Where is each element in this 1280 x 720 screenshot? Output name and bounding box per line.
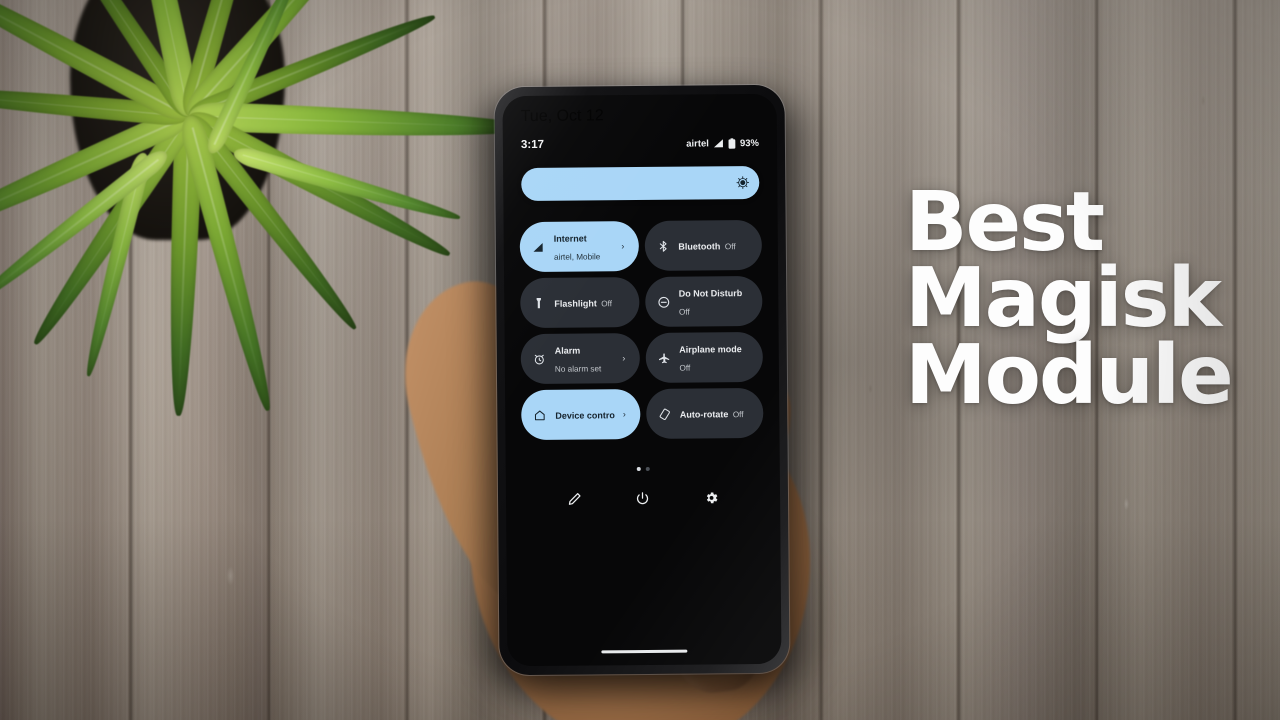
tile-title: Airplane mode [679,344,742,355]
battery-percent: 93% [739,137,759,149]
chevron-right-icon[interactable]: › [623,409,631,419]
phone-device: Tue, Oct 12 3:17 airtel 93% Internet air… [494,84,790,676]
power-icon [637,491,649,504]
tile-auto-rotate[interactable]: Auto-rotate Off [645,387,764,439]
tile-title: Bluetooth [678,241,721,252]
home-icon [532,407,547,422]
carrier-label: airtel [686,137,709,150]
page-indicator [506,466,780,472]
tile-title: Flashlight [554,298,597,309]
home-gesture-bar[interactable] [601,649,688,654]
tile-do-not-disturb[interactable]: Do Not Disturb Off [644,275,763,327]
alarm-clock-icon [532,351,547,366]
bluetooth-icon [655,238,670,253]
chevron-right-icon[interactable]: › [621,241,629,251]
status-bar: Tue, Oct 12 3:17 airtel 93% [503,94,777,151]
tile-flashlight[interactable]: Flashlight Off [520,277,640,329]
auto-rotate-icon [657,406,672,421]
pencil-icon [568,492,581,505]
tile-subtitle: airtel, Mobile [553,252,601,262]
tile-airplane-mode[interactable]: Airplane mode Off [645,331,764,383]
tile-internet[interactable]: Internet airtel, Mobile › [519,221,639,273]
phone-screen: Tue, Oct 12 3:17 airtel 93% Internet air… [502,93,782,667]
tile-title: Internet [553,233,587,244]
page-dot-inactive[interactable] [645,466,650,471]
tile-title: Alarm [554,345,581,356]
quick-settings-footer [506,486,780,510]
status-date: Tue, Oct 12 [520,107,604,126]
title-line-3: Module [905,327,1234,423]
tile-title: Do Not Disturb [678,288,743,299]
do-not-disturb-icon [656,294,671,309]
tile-subtitle: Off [732,410,744,420]
tile-subtitle: Off [678,307,690,317]
tile-subtitle: Off [724,242,736,252]
tile-alarm[interactable]: Alarm No alarm set › [520,333,640,385]
gear-icon [707,492,718,503]
chevron-right-icon[interactable]: › [622,353,630,363]
tile-title: Device contro [555,410,615,421]
power-button[interactable] [632,487,654,509]
screenshot-stage: Tue, Oct 12 3:17 airtel 93% Internet air… [0,0,1280,720]
airplane-icon [656,350,671,365]
page-dot-active[interactable] [636,467,641,472]
title-line-2: Magisk [905,251,1222,347]
tile-subtitle: Off [601,299,613,309]
settings-button[interactable] [701,486,723,508]
tile-bluetooth[interactable]: Bluetooth Off [644,219,763,271]
brightness-icon [736,176,750,189]
quick-settings-tiles: Internet airtel, Mobile › Bluetooth Off [519,219,764,441]
edit-tiles-button[interactable] [563,487,585,509]
brightness-slider[interactable] [521,165,760,202]
status-time: 3:17 [520,138,545,152]
plant-air-plant [0,0,530,550]
tile-subtitle: No alarm set [554,364,602,374]
signal-bars-icon [713,139,723,148]
battery-icon [728,137,736,149]
signal-cellular-icon [531,239,546,254]
title-overlay: Best Magisk Module [905,175,1280,423]
tile-device-controls[interactable]: Device contro › [521,389,641,441]
tile-title: Auto-rotate [679,409,729,420]
tile-subtitle: Off [679,363,691,373]
flashlight-icon [531,295,546,310]
status-icons: airtel 93% [686,137,759,149]
title-line-1: Best [905,175,1105,270]
